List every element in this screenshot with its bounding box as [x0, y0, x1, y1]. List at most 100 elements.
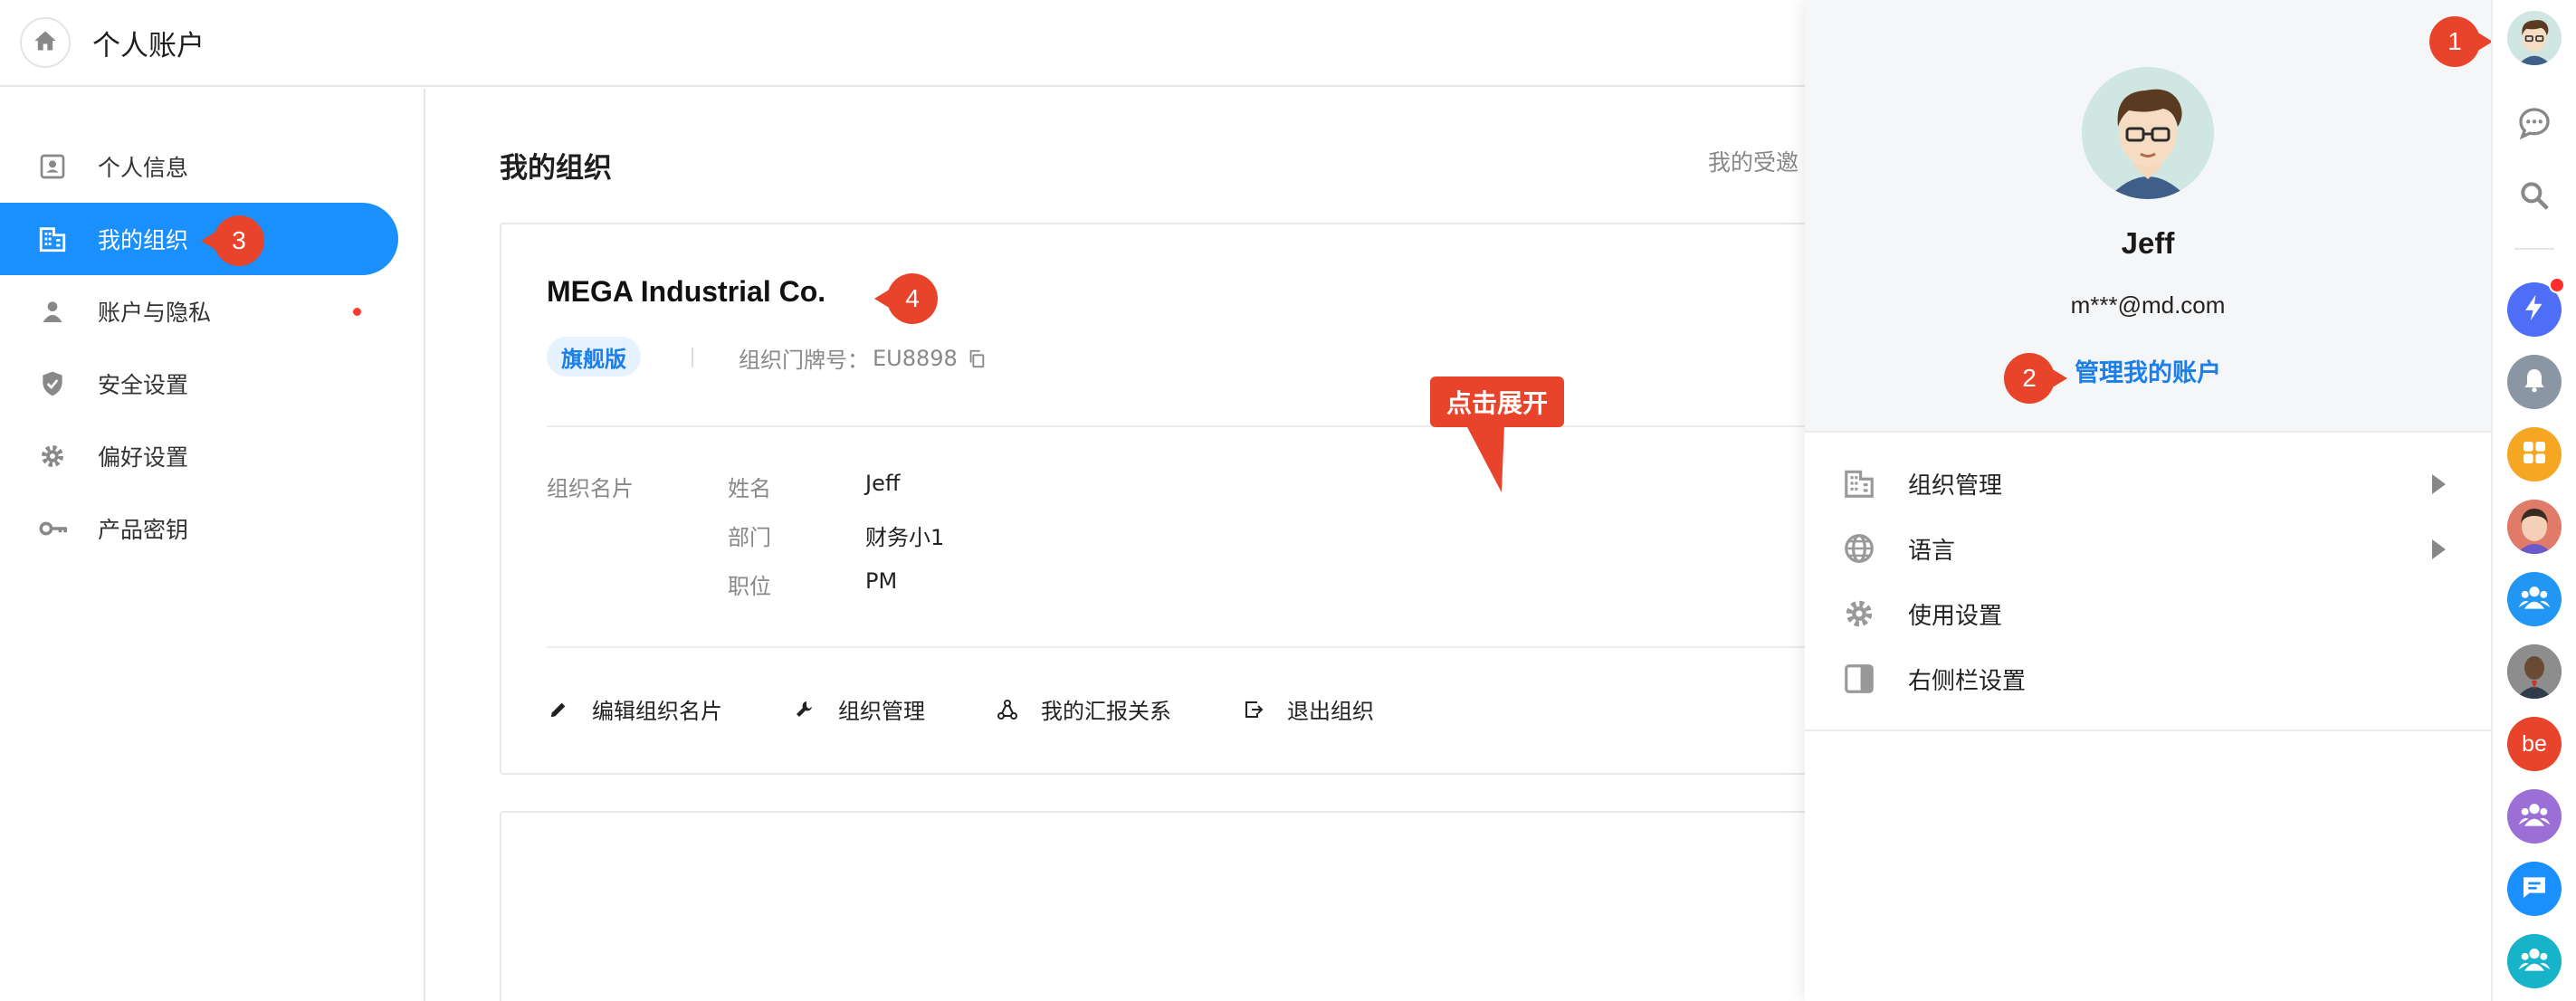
divider [692, 348, 693, 367]
org-name: MEGA Industrial Co. [547, 275, 826, 308]
rail-group-button[interactable] [2507, 789, 2562, 844]
org-card-secondary [500, 811, 1839, 1001]
group-icon [2517, 797, 2552, 835]
page-title: 个人账户 [92, 29, 205, 62]
sidebar-item-account-privacy[interactable]: 账户与隐私 [0, 275, 424, 348]
person-icon [36, 295, 69, 328]
user-avatar[interactable] [2082, 67, 2214, 199]
expand-hint-tooltip: 点击展开 [1430, 377, 1565, 427]
my-invitations-link[interactable]: 我的受邀 [1708, 145, 1798, 177]
edition-badge: 旗舰版 [547, 337, 641, 377]
step-marker-4: 4 [874, 273, 938, 324]
field-label-position: 职位 [728, 574, 771, 599]
section-title: 我的组织 [500, 152, 612, 185]
group-icon [2517, 580, 2552, 618]
rail-contact-avatar[interactable] [2507, 644, 2562, 699]
rail-contact-avatar-be[interactable]: be [2507, 717, 2562, 771]
notification-dot [2549, 277, 2565, 293]
menu-item-usage-settings[interactable]: 使用设置 [1841, 586, 2466, 641]
menu-item-right-sidebar-settings[interactable]: 右侧栏设置 [1841, 652, 2466, 706]
field-label-department: 部门 [728, 525, 771, 550]
step-marker-2: 2 [2004, 353, 2067, 404]
search-icon [2517, 178, 2552, 216]
gear-icon [36, 440, 69, 472]
org-manage-button[interactable]: 组织管理 [793, 693, 925, 725]
edit-card-button[interactable]: 编辑组织名片 [547, 693, 722, 725]
rail-contact-avatar[interactable] [2507, 500, 2562, 554]
sidebar-item-personal-info[interactable]: 个人信息 [0, 130, 424, 203]
sidebar-item-product-key[interactable]: 产品密钥 [0, 492, 424, 565]
leave-org-button[interactable]: 退出组织 [1242, 693, 1374, 725]
shield-icon [36, 367, 69, 400]
field-label-name: 姓名 [728, 476, 771, 501]
wrench-icon [793, 698, 816, 721]
apps-grid-icon [2520, 438, 2549, 471]
manage-account-link[interactable]: 管理我的账户 [1805, 353, 2491, 388]
chevron-right-icon [2432, 474, 2446, 494]
action-label: 组织管理 [838, 699, 925, 724]
field-value-name: Jeff [865, 471, 901, 496]
sidebar-item-label: 我的组织 [98, 227, 189, 253]
rail-group-button[interactable] [2507, 934, 2562, 988]
rail-notifications-button[interactable] [2507, 355, 2562, 409]
id-card-icon [36, 150, 69, 183]
menu-item-label: 使用设置 [1908, 602, 2003, 630]
menu-item-label: 右侧栏设置 [1908, 667, 2027, 695]
message-icon [2520, 872, 2549, 905]
main-content: 我的组织 我的受邀 MEGA Industrial Co. 旗舰版 组织门牌号：… [427, 89, 1839, 1001]
user-name: Jeff [2121, 226, 2175, 260]
rail-group-button[interactable] [2507, 572, 2562, 626]
rail-user-avatar[interactable] [2507, 11, 2562, 65]
pencil-icon [547, 698, 570, 721]
action-label: 退出组织 [1287, 699, 1374, 724]
rail-chat-button[interactable] [2507, 862, 2562, 916]
menu-item-label: 语言 [1908, 537, 1956, 565]
account-panel-header: Jeff m***@md.com 管理我的账户 [1805, 0, 2491, 433]
step-marker-1: 1 [2429, 16, 2493, 67]
door-number-value: EU8898 [873, 345, 958, 371]
home-button[interactable] [20, 17, 71, 68]
group-icon [2517, 942, 2552, 980]
menu-item-org-manage[interactable]: 组织管理 [1841, 456, 2466, 510]
globe-icon [1841, 530, 1877, 567]
user-email: m***@md.com [2070, 291, 2226, 319]
exit-icon [1242, 698, 1265, 721]
account-dropdown-panel: Jeff m***@md.com 管理我的账户 组织管理 语言 使用设置 右侧栏… [1805, 0, 2491, 1001]
menu-item-label: 组织管理 [1908, 472, 2003, 500]
sidebar-item-security[interactable]: 安全设置 [0, 348, 424, 420]
network-icon [996, 698, 1019, 721]
business-card-title: 组织名片 [547, 476, 634, 501]
chat-bubble-icon [2516, 105, 2552, 145]
sidebar-item-label: 偏好设置 [98, 444, 189, 471]
sidebar-item-label: 个人信息 [98, 155, 189, 181]
divider [547, 425, 1837, 427]
step-marker-3: 3 [201, 215, 264, 266]
menu-item-language[interactable]: 语言 [1841, 521, 2466, 576]
sidebar-item-preferences[interactable]: 偏好设置 [0, 420, 424, 492]
notification-dot [353, 308, 361, 316]
sidebar-item-label: 安全设置 [98, 372, 189, 398]
divider [1805, 729, 2491, 731]
home-icon [33, 28, 58, 57]
field-value-position: PM [865, 568, 898, 594]
sidebar-panel-icon [1841, 661, 1877, 697]
rail-search-button[interactable] [2507, 170, 2562, 224]
lightning-icon [2519, 292, 2550, 327]
sidebar-item-label: 账户与隐私 [98, 300, 212, 326]
right-rail: be [2491, 0, 2576, 1001]
rail-messages-button[interactable] [2507, 98, 2562, 152]
building-icon [1841, 465, 1877, 501]
org-card: MEGA Industrial Co. 旗舰版 组织门牌号： EU8898 组织… [500, 223, 1839, 775]
action-label: 编辑组织名片 [592, 699, 722, 724]
door-number-label: 组织门牌号： [739, 348, 869, 373]
org-door-number: 组织门牌号： EU8898 [739, 342, 987, 374]
sidebar: 个人信息 我的组织 账户与隐私 安全设置 偏好设置 产品密钥 [0, 89, 425, 1001]
reporting-line-button[interactable]: 我的汇报关系 [996, 693, 1171, 725]
sidebar-item-my-org[interactable]: 我的组织 [0, 203, 398, 275]
copy-icon[interactable] [967, 348, 987, 368]
sidebar-item-label: 产品密钥 [98, 517, 189, 543]
building-icon [36, 223, 69, 255]
field-value-department: 财务小1 [865, 525, 945, 550]
gear-icon [1841, 596, 1877, 632]
rail-apps-button[interactable] [2507, 427, 2562, 481]
